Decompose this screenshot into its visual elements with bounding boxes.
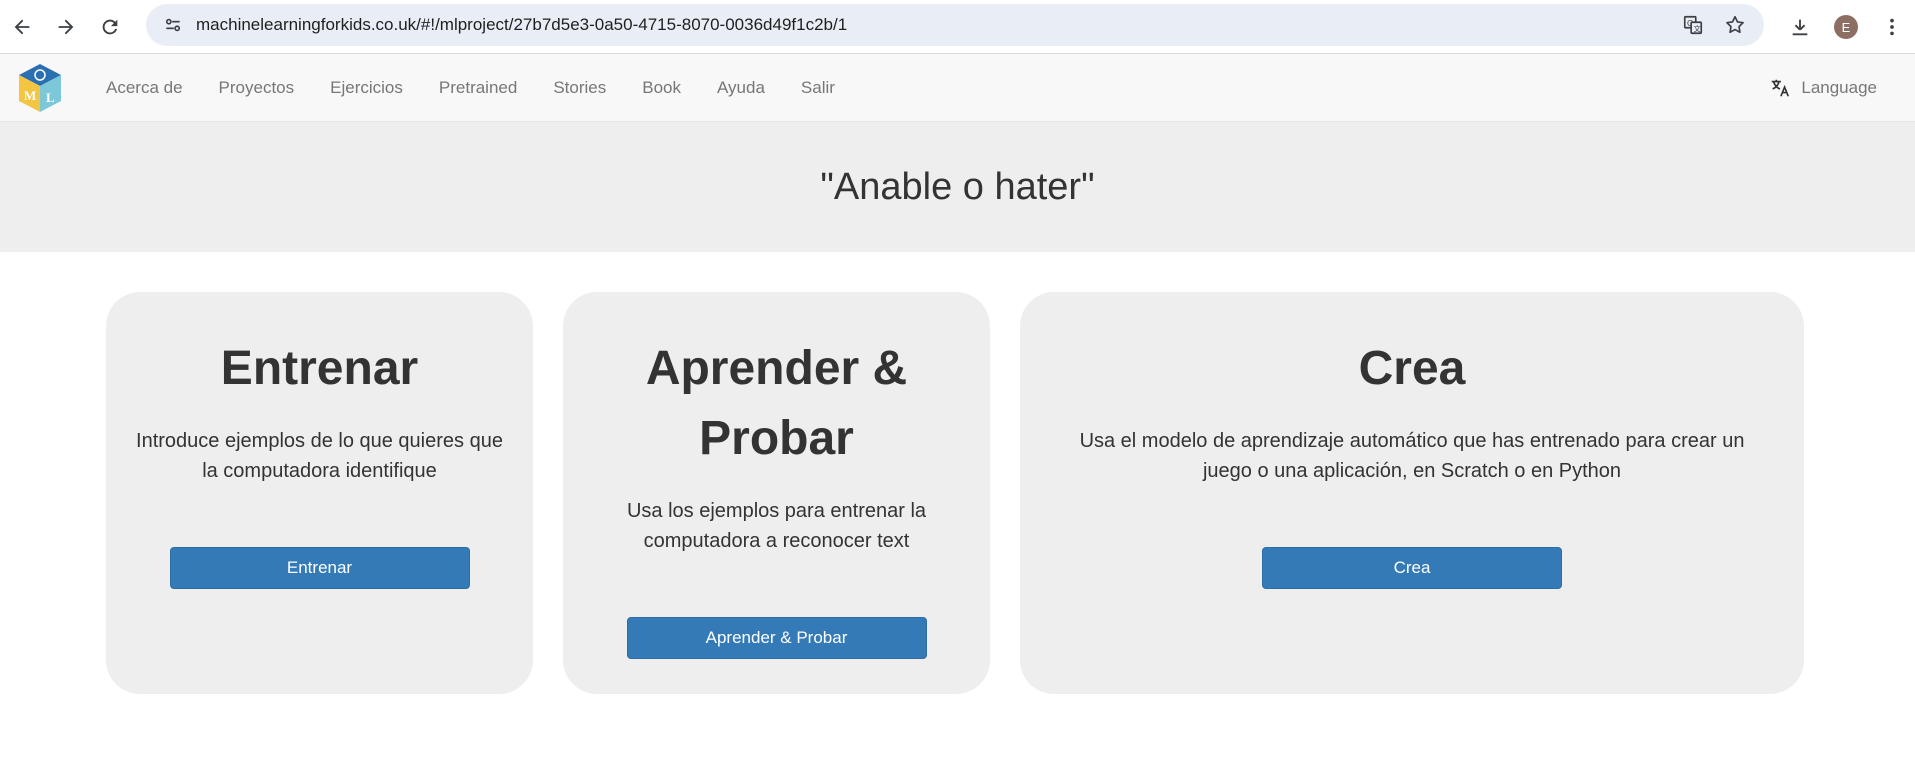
nav-links: Acerca de Proyectos Ejercicios Pretraine…: [90, 54, 853, 122]
train-card-title: Entrenar: [220, 342, 419, 395]
page-title: "Anable o hater": [820, 165, 1095, 208]
site-navbar: M L Acerca de Proyectos Ejercicios Pretr…: [0, 54, 1915, 122]
url-text[interactable]: machinelearningforkids.co.uk/#!/mlprojec…: [196, 15, 1666, 35]
ml-cube-logo-icon[interactable]: M L: [16, 62, 64, 114]
nav-link-exercises[interactable]: Ejercicios: [312, 54, 421, 122]
nav-link-help[interactable]: Ayuda: [699, 54, 783, 122]
svg-text:L: L: [46, 90, 55, 105]
bookmark-star-icon[interactable]: [1720, 10, 1750, 40]
back-icon[interactable]: [0, 5, 44, 49]
make-card-title: Crea: [1358, 342, 1466, 395]
svg-text:文: 文: [1693, 24, 1701, 33]
train-button[interactable]: Entrenar: [169, 547, 470, 589]
language-selector[interactable]: Language: [1769, 54, 1877, 122]
address-bar[interactable]: machinelearningforkids.co.uk/#!/mlprojec…: [146, 4, 1764, 46]
learn-test-card: Aprender & Probar Usa los ejemplos para …: [563, 292, 990, 694]
project-phase-cards: Entrenar Introduce ejemplos de lo que qu…: [0, 252, 1915, 702]
forward-icon[interactable]: [44, 5, 88, 49]
learn-test-button[interactable]: Aprender & Probar: [626, 617, 927, 659]
language-label: Language: [1801, 78, 1877, 97]
make-card-description: Usa el modelo de aprendizaje automático …: [1079, 430, 1745, 482]
browser-toolbar: machinelearningforkids.co.uk/#!/mlprojec…: [0, 0, 1915, 54]
nav-link-projects[interactable]: Proyectos: [201, 54, 313, 122]
train-card: Entrenar Introduce ejemplos de lo que qu…: [106, 292, 533, 694]
make-button[interactable]: Crea: [1262, 547, 1562, 589]
reload-icon[interactable]: [88, 5, 132, 49]
train-card-description: Introduce ejemplos de lo que quieres que…: [136, 430, 503, 482]
nav-link-about[interactable]: Acerca de: [90, 54, 201, 122]
nav-link-stories[interactable]: Stories: [535, 54, 624, 122]
download-icon[interactable]: [1777, 4, 1823, 50]
project-title-banner: "Anable o hater": [0, 122, 1915, 252]
nav-link-pretrained[interactable]: Pretrained: [421, 54, 535, 122]
make-card: Crea Usa el modelo de aprendizaje automá…: [1020, 292, 1804, 694]
language-icon: [1772, 79, 1790, 97]
learn-test-card-description: Usa los ejemplos para entrenar la comput…: [626, 500, 927, 552]
translate-icon[interactable]: G文: [1678, 10, 1708, 40]
svg-text:M: M: [24, 88, 36, 103]
profile-button[interactable]: E: [1823, 4, 1869, 50]
avatar: E: [1834, 15, 1858, 39]
menu-dots-icon[interactable]: [1869, 4, 1915, 50]
site-settings-icon[interactable]: [162, 14, 184, 36]
learn-test-card-title: Aprender & Probar: [645, 342, 908, 465]
nav-link-logout[interactable]: Salir: [783, 54, 853, 122]
nav-link-book[interactable]: Book: [624, 54, 699, 122]
